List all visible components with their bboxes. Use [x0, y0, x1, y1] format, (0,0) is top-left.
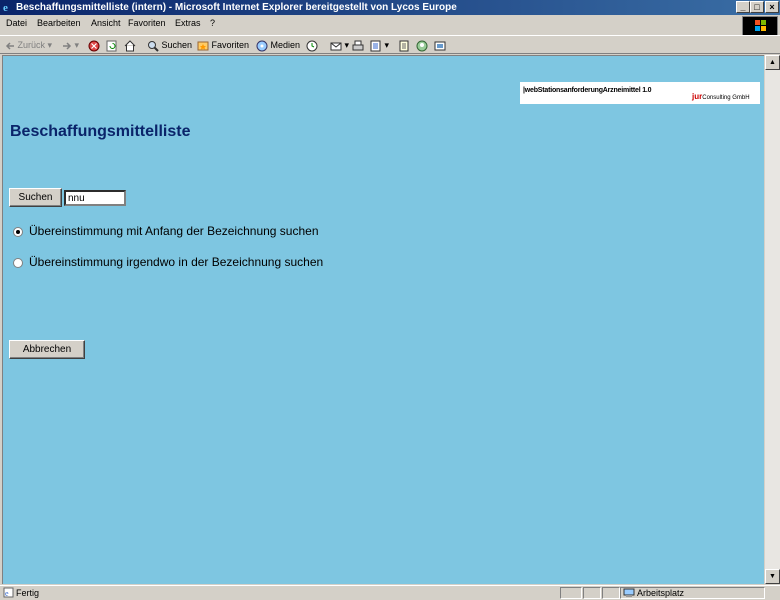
- print-icon: [352, 40, 364, 51]
- page-title: Beschaffungsmittelliste: [10, 123, 191, 140]
- status-panel-2: [583, 587, 601, 599]
- status-panel-1: [560, 587, 582, 599]
- back-arrow-icon: [5, 42, 14, 50]
- window-title: Beschaffungsmittelliste (intern) - Micro…: [16, 2, 457, 13]
- zone-label: Arbeitsplatz: [637, 588, 685, 598]
- history-button[interactable]: [306, 38, 318, 52]
- forward-button[interactable]: ▾: [62, 38, 79, 52]
- media-button[interactable]: Medien: [256, 38, 300, 52]
- discuss-button[interactable]: [398, 38, 410, 52]
- radio-label-anywhere: Übereinstimmung irgendwo in der Bezeichn…: [29, 255, 324, 269]
- search-toolbar-label: Suchen: [161, 40, 193, 50]
- status-panel-3: [602, 587, 620, 599]
- edit-button[interactable]: ▾: [370, 38, 389, 52]
- menu-datei[interactable]: Datei: [6, 18, 27, 28]
- radio-button-checked[interactable]: [13, 226, 23, 237]
- search-button[interactable]: Suchen: [9, 188, 62, 207]
- status-bar: e Fertig Arbeitsplatz: [0, 585, 780, 600]
- favorites-button[interactable]: Favoriten: [197, 38, 249, 52]
- refresh-button[interactable]: [106, 38, 118, 52]
- zone-panel: Arbeitsplatz: [620, 587, 765, 599]
- app-logo: |webStationsanforderungArzneimittel 1.0 …: [520, 82, 760, 104]
- stop-button[interactable]: [88, 38, 100, 52]
- minimize-button[interactable]: _: [736, 1, 750, 13]
- radio-button-unchecked[interactable]: [13, 257, 23, 268]
- media-label: Medien: [270, 40, 301, 50]
- messenger-button[interactable]: [416, 38, 428, 52]
- scroll-down-button[interactable]: ▼: [765, 569, 780, 584]
- home-icon: [124, 39, 136, 52]
- ie-icon: e: [3, 2, 8, 13]
- company-logo: jurConsulting GmbH: [692, 92, 750, 101]
- browser-toolbar: Zurück ▾ ▾ Suchen Favoriten Medien ▾ ▾: [0, 35, 780, 54]
- menu-extras[interactable]: Extras: [175, 18, 201, 28]
- windows-logo-icon: [742, 16, 778, 36]
- search-icon: [148, 40, 159, 52]
- cancel-button[interactable]: Abbrechen: [9, 340, 85, 359]
- menu-help[interactable]: ?: [210, 18, 215, 28]
- radio-label-start: Übereinstimmung mit Anfang der Bezeichnu…: [29, 224, 319, 238]
- print-button[interactable]: [352, 38, 364, 52]
- status-text: Fertig: [16, 588, 40, 598]
- mail-button[interactable]: ▾: [330, 38, 349, 52]
- radio-match-anywhere[interactable]: Übereinstimmung irgendwo in der Bezeichn…: [13, 255, 323, 269]
- search-input[interactable]: [64, 190, 126, 206]
- favorites-icon: [197, 41, 209, 51]
- messenger-icon: [416, 40, 428, 52]
- scroll-up-button[interactable]: ▲: [765, 55, 780, 70]
- page-done-icon: e: [3, 587, 14, 600]
- page-content: |webStationsanforderungArzneimittel 1.0 …: [2, 55, 764, 584]
- window-titlebar: e Beschaffungsmittelliste (intern) - Mic…: [0, 0, 780, 15]
- maximize-button[interactable]: □: [750, 1, 764, 13]
- svg-text:e: e: [3, 2, 8, 13]
- media-icon: [256, 40, 268, 52]
- stop-icon: [88, 40, 100, 52]
- menu-favoriten[interactable]: Favoriten: [128, 18, 166, 28]
- home-button[interactable]: [124, 38, 136, 52]
- svg-text:e: e: [5, 589, 9, 598]
- menu-ansicht[interactable]: Ansicht: [91, 18, 121, 28]
- radio-match-start[interactable]: Übereinstimmung mit Anfang der Bezeichnu…: [13, 224, 319, 238]
- edit-icon: [370, 40, 381, 52]
- search-toolbar-button[interactable]: Suchen: [147, 38, 192, 52]
- close-button[interactable]: ×: [765, 1, 779, 13]
- refresh-icon: [106, 40, 117, 52]
- research-button[interactable]: [434, 38, 446, 52]
- favorites-label: Favoriten: [211, 40, 250, 50]
- back-button[interactable]: Zurück ▾: [5, 38, 52, 52]
- discuss-icon: [399, 40, 409, 52]
- menu-bearbeiten[interactable]: Bearbeiten: [37, 18, 81, 28]
- menu-bar: Datei Bearbeiten Ansicht Favoriten Extra…: [0, 16, 780, 33]
- logo-text: |webStationsanforderungArzneimittel 1.0: [523, 87, 652, 94]
- computer-icon: [623, 588, 635, 597]
- history-icon: [306, 40, 318, 52]
- research-icon: [434, 41, 446, 51]
- mail-icon: [330, 42, 342, 51]
- vertical-scrollbar[interactable]: ▲ ▼: [765, 55, 780, 584]
- forward-arrow-icon: [63, 42, 72, 50]
- back-label: Zurück: [17, 40, 46, 50]
